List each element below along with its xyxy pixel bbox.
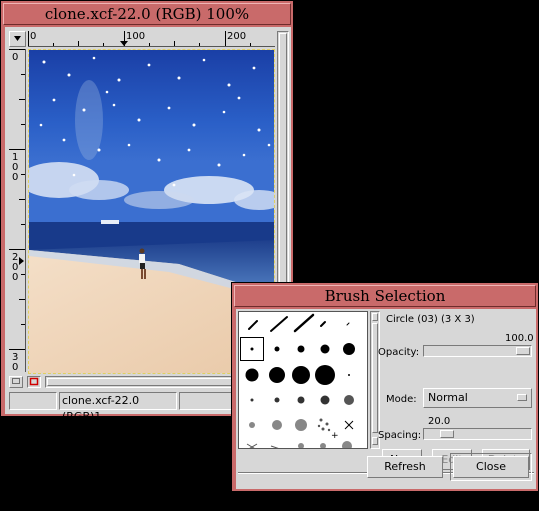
brush-thumbnail [292, 366, 310, 384]
brush-thumbnail [245, 368, 259, 382]
horizontal-ruler[interactable]: 0 100 200 [28, 31, 275, 47]
brush-thumbnail [348, 374, 350, 376]
brush-thumbnail [320, 395, 330, 405]
brush-thumbnail [269, 367, 285, 383]
brush-thumbnail [315, 365, 335, 385]
close-button[interactable]: Close [453, 456, 529, 478]
brush-thumbnail [248, 320, 258, 330]
status-cursor-position [9, 392, 57, 410]
mode-label: Mode: [386, 394, 417, 405]
menu-arrow-button[interactable] [9, 31, 26, 47]
brush-thumbnail [250, 398, 254, 402]
quick-mask-on-button[interactable] [27, 376, 41, 388]
brush-thumbnail [249, 422, 255, 428]
spacing-value: 20.0 [428, 416, 451, 427]
menu-arrow-icon [14, 36, 21, 41]
vruler-ticks [9, 49, 25, 350]
brush-thumbnail [297, 396, 305, 404]
brush-thumbnail [298, 441, 352, 448]
brush-thumbnail [293, 313, 315, 333]
brush-thumbnail [246, 443, 279, 448]
brush-thumbnails: + [240, 313, 355, 448]
hruler-ticks [28, 31, 251, 46]
brush-thumbnail [272, 420, 282, 430]
brush-thumbnail [344, 420, 354, 430]
opacity-slider-thumb[interactable] [516, 347, 530, 355]
opacity-value: 100.0 [505, 333, 534, 344]
refresh-button[interactable]: Refresh [367, 456, 443, 478]
vruler-label: 100 [12, 152, 19, 183]
quick-mask-off-button[interactable] [9, 376, 23, 388]
brush-name-label: Circle (03) (3 X 3) [386, 314, 475, 325]
brush-scroll-thumb[interactable] [372, 323, 378, 433]
spacing-slider[interactable] [423, 428, 532, 440]
brush-thumbnail [250, 347, 254, 351]
mode-dropdown[interactable]: Normal [423, 388, 532, 408]
brush-thumbnail [320, 344, 330, 354]
brush-thumbnail [346, 322, 350, 326]
opacity-label: Opacity: [378, 347, 420, 358]
brush-thumbnail [344, 395, 354, 405]
brush-thumbnail [297, 345, 305, 353]
brush-thumbnail [274, 397, 280, 403]
status-image-info: clone.xcf-22.0 (RGB)1 [59, 392, 177, 423]
dotted-square-icon [12, 378, 20, 384]
brush-scroll-up-arrow[interactable] [372, 313, 378, 321]
spacing-label: Spacing: [378, 430, 422, 441]
dropdown-indicator-icon [517, 394, 527, 401]
brush-thumbnail [317, 418, 331, 432]
brush-thumbnail [274, 346, 280, 352]
image-window-title[interactable]: clone.xcf-22.0 (RGB) 100% [3, 3, 291, 25]
mode-dropdown-value: Normal [428, 391, 468, 404]
brush-thumbnail [343, 343, 355, 355]
brush-grid-scrollbar[interactable] [370, 311, 380, 449]
opacity-slider[interactable] [423, 345, 532, 357]
spacing-slider-thumb[interactable] [440, 430, 454, 438]
brush-thumbnail [295, 419, 307, 431]
brush-thumbnail [320, 321, 326, 327]
brush-thumbnail: + [331, 431, 339, 441]
vruler-label: 300 [12, 352, 19, 373]
vruler-label: 200 [12, 252, 19, 283]
vertical-ruler[interactable]: 0 100 200 300 [9, 49, 26, 372]
brush-window-title[interactable]: Brush Selection [234, 285, 536, 307]
vruler-label: 0 [12, 52, 19, 63]
red-square-icon [29, 377, 39, 386]
brush-grid[interactable]: + [238, 311, 368, 449]
brush-thumbnail [270, 316, 288, 332]
